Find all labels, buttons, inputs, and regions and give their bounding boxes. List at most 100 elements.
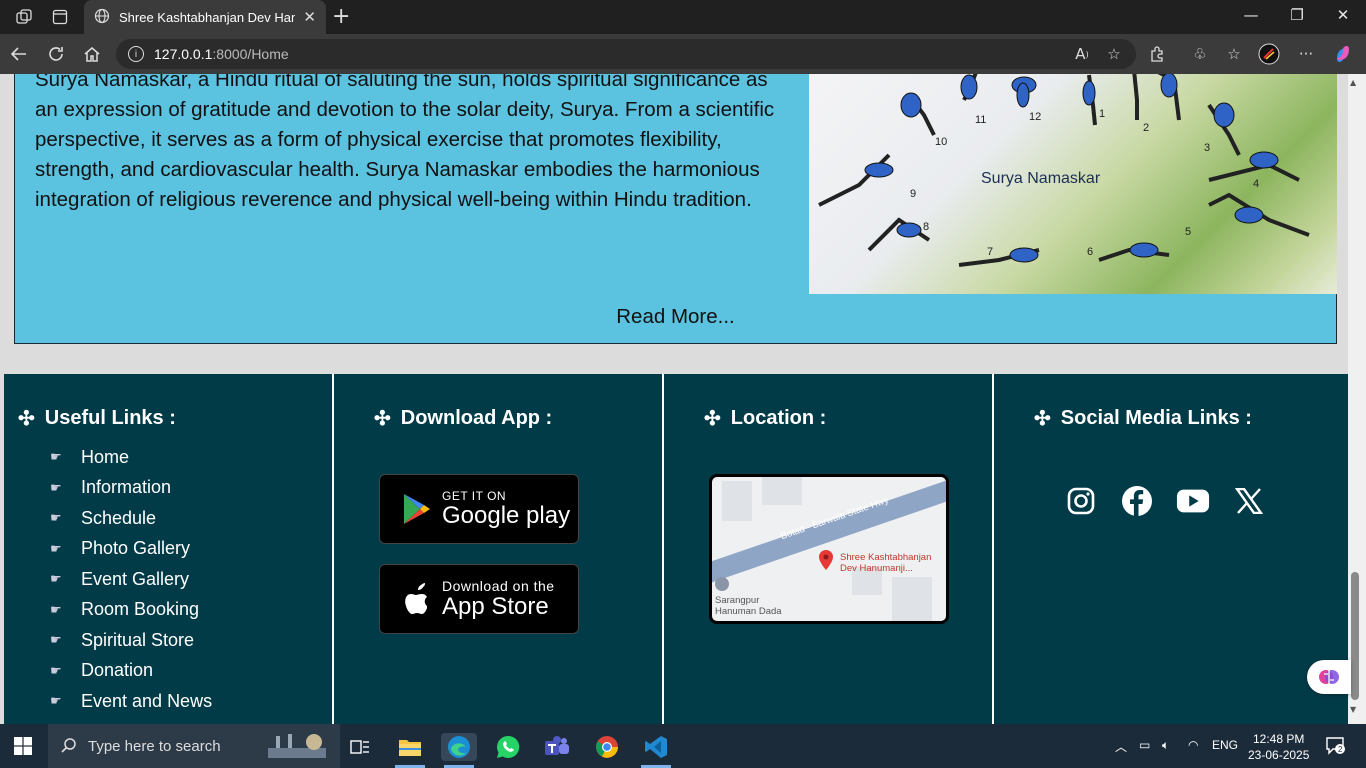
- pointing-hand-icon: ☛: [50, 449, 62, 465]
- url-host: 127.0.0.1: [154, 46, 213, 62]
- assistant-floating-button[interactable]: [1307, 660, 1351, 694]
- tab-title: Shree Kashtabhanjan Dev Hanum: [119, 9, 295, 25]
- windows-taskbar: Type here to search ︿ ▭ 🔈︎ ◠ ENG 12:48 P…: [0, 724, 1366, 768]
- pointing-hand-icon: ☛: [50, 601, 62, 617]
- more-options-icon[interactable]: ···: [1294, 43, 1318, 65]
- facebook-icon[interactable]: [1120, 484, 1154, 518]
- pose-number: 2: [1143, 122, 1149, 134]
- heading-text: Social Media Links :: [1060, 407, 1252, 429]
- notifications-icon[interactable]: 2: [1325, 735, 1345, 758]
- place-label-line: Hanuman Dada: [715, 606, 782, 617]
- site-info-icon[interactable]: i: [128, 46, 144, 62]
- site-footer: ✣ Useful Links : ☛ Home ☛ Information ☛ Sch…: [4, 374, 1348, 724]
- task-view-icon[interactable]: [346, 733, 374, 761]
- pose-number: 3: [1204, 142, 1210, 154]
- file-explorer-icon[interactable]: [396, 733, 424, 761]
- taskbar-search-box[interactable]: Type here to search: [48, 724, 340, 768]
- address-toolbar: i 127.0.0.1:8000/Home A) ☆ ♧ ☆ ···: [0, 34, 1366, 74]
- pin-label-line: Dev Hanumanji...: [840, 563, 913, 574]
- battery-icon[interactable]: ▭: [1139, 738, 1150, 752]
- scroll-up-arrow-icon[interactable]: ▲: [1350, 78, 1356, 87]
- read-more-link[interactable]: Read More...: [15, 305, 1336, 329]
- browser-essentials-icon[interactable]: ♧: [1188, 43, 1212, 65]
- chrome-icon[interactable]: [593, 733, 621, 761]
- tab-actions-icon[interactable]: [50, 7, 70, 27]
- link-label: Home: [81, 446, 130, 467]
- search-placeholder: Type here to search: [88, 737, 221, 755]
- windows-start-icon[interactable]: [14, 737, 32, 759]
- pointing-hand-icon: ☛: [50, 510, 62, 526]
- link-label: Spiritual Store: [81, 629, 195, 650]
- taskbar-clock[interactable]: 12:48 PM 23-06-2025: [1248, 731, 1309, 763]
- x-icon[interactable]: [1232, 484, 1266, 518]
- back-icon[interactable]: [8, 43, 30, 65]
- new-tab-icon[interactable]: +: [332, 4, 350, 29]
- restore-icon[interactable]: ❐: [1277, 6, 1317, 24]
- location-heading: ✣ Location :: [704, 406, 826, 431]
- footer-link-event-and-news[interactable]: ☛ Event and News: [50, 686, 212, 717]
- url-field[interactable]: i 127.0.0.1:8000/Home: [116, 39, 1136, 69]
- vscode-icon[interactable]: [642, 733, 670, 761]
- volume-icon[interactable]: 🔈︎: [1162, 738, 1169, 753]
- copilot-icon[interactable]: [1331, 43, 1355, 65]
- location-map[interactable]: Botad - Barwala State Hwy Shree Kashtabh…: [709, 474, 949, 624]
- useful-links-column: ✣ Useful Links : ☛ Home ☛ Information ☛ Sch…: [4, 374, 334, 724]
- pose-number: 6: [1087, 246, 1093, 258]
- apple-icon: [392, 574, 442, 624]
- wifi-icon[interactable]: ◠: [1188, 738, 1198, 752]
- pose-number: 4: [1253, 178, 1259, 190]
- app-store-button[interactable]: Download on the App Store: [379, 564, 579, 634]
- surya-namaskar-paragraph: Surya Namaskar, a Hindu ritual of saluti…: [35, 74, 775, 211]
- pointing-hand-icon: ☛: [50, 662, 62, 678]
- minimize-icon[interactable]: —: [1231, 6, 1271, 24]
- four-arrows-icon: ✣: [374, 408, 391, 430]
- app-store-big-text: App Store: [442, 593, 549, 620]
- workspaces-icon[interactable]: [14, 7, 34, 27]
- teams-icon[interactable]: [543, 733, 571, 761]
- heading-text: Useful Links :: [44, 407, 176, 429]
- link-label: Event and News: [81, 690, 213, 711]
- favorite-star-icon[interactable]: ☆: [1102, 43, 1126, 65]
- pose-number: 11: [975, 114, 986, 126]
- browser-tab-bar: Shree Kashtabhanjan Dev Hanum ✕ + — ❐ ✕: [0, 0, 1366, 34]
- scrollbar-thumb[interactable]: [1351, 572, 1359, 700]
- pointing-hand-icon: ☛: [50, 693, 62, 709]
- url-path: :8000/Home: [212, 46, 289, 62]
- footer-link-event-gallery[interactable]: ☛ Event Gallery: [50, 564, 212, 595]
- google-play-small-text: GET IT ON: [442, 489, 507, 503]
- heading-text: Download App :: [400, 407, 553, 429]
- globe-icon: [94, 8, 110, 27]
- edge-icon[interactable]: [441, 733, 477, 761]
- footer-link-donation[interactable]: ☛ Donation: [50, 656, 212, 687]
- google-play-button[interactable]: GET IT ON Google play: [379, 474, 579, 544]
- youtube-icon[interactable]: [1176, 484, 1210, 518]
- footer-link-room-booking[interactable]: ☛ Room Booking: [50, 595, 212, 626]
- pose-number: 12: [1029, 111, 1041, 123]
- download-app-column: ✣ Download App : GET IT ON Google play D…: [334, 374, 664, 724]
- footer-link-photo-gallery[interactable]: ☛ Photo Gallery: [50, 534, 212, 565]
- footer-link-schedule[interactable]: ☛ Schedule: [50, 503, 212, 534]
- show-hidden-icons[interactable]: ︿: [1115, 738, 1127, 755]
- footer-link-spiritual-store[interactable]: ☛ Spiritual Store: [50, 625, 212, 656]
- instagram-icon[interactable]: [1064, 484, 1098, 518]
- whatsapp-icon[interactable]: [494, 733, 522, 761]
- pointing-hand-icon: ☛: [50, 540, 62, 556]
- place-label-line: Sarangpur: [715, 595, 760, 606]
- collections-icon[interactable]: ☆: [1222, 43, 1246, 65]
- profile-avatar[interactable]: [1257, 43, 1281, 65]
- refresh-icon[interactable]: [45, 43, 67, 65]
- map-block: [892, 577, 932, 621]
- link-label: Room Booking: [81, 599, 200, 620]
- close-tab-icon[interactable]: ✕: [303, 8, 316, 26]
- read-aloud-icon[interactable]: A): [1070, 43, 1094, 65]
- pin-label: Shree Kashtabhanjan Dev Hanumanji...: [840, 552, 931, 574]
- close-window-icon[interactable]: ✕: [1323, 6, 1363, 24]
- tab-active[interactable]: Shree Kashtabhanjan Dev Hanum ✕: [84, 0, 326, 34]
- google-play-big-text: Google play: [442, 502, 571, 529]
- language-indicator[interactable]: ENG: [1212, 738, 1238, 752]
- footer-link-information[interactable]: ☛ Information: [50, 473, 212, 504]
- footer-link-home[interactable]: ☛ Home: [50, 442, 212, 473]
- extensions-icon[interactable]: [1145, 43, 1169, 65]
- home-icon[interactable]: [81, 43, 103, 65]
- scroll-down-arrow-icon[interactable]: ▼: [1350, 705, 1356, 714]
